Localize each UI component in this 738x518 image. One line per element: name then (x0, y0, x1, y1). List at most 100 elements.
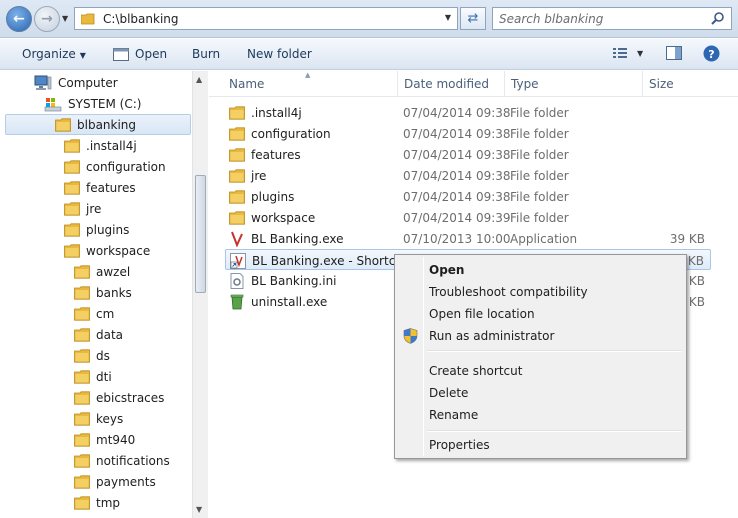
file-name-cell[interactable]: uninstall.exe (229, 291, 327, 312)
change-view-button[interactable] (612, 46, 628, 63)
nav-item[interactable]: dti (74, 366, 112, 387)
ini-file-icon (229, 272, 245, 289)
folder-icon (74, 306, 90, 321)
help-button[interactable]: ? (703, 45, 720, 65)
nav-item[interactable]: SYSTEM (C:) (44, 93, 141, 114)
nav-item[interactable]: data (74, 324, 123, 345)
menu-rename-label: Rename (429, 408, 479, 422)
column-date-label: Date modified (404, 77, 490, 91)
scroll-up-icon[interactable]: ▲ (196, 75, 202, 84)
new-folder-button[interactable]: New folder (247, 47, 312, 61)
nav-item[interactable]: jre (64, 198, 101, 219)
nav-item[interactable]: cm (74, 303, 114, 324)
column-date[interactable]: Date modified (397, 71, 504, 97)
nav-item-label: awzel (96, 264, 131, 279)
file-date: 07/04/2014 09:39 (403, 210, 511, 225)
menu-item-open[interactable]: Open (397, 259, 684, 281)
file-date: 07/04/2014 09:38 (403, 147, 511, 162)
file-date: 07/10/2013 10:00 (403, 231, 511, 246)
forward-button[interactable]: → (34, 6, 60, 32)
nav-item-label: cm (96, 306, 115, 321)
nav-item[interactable]: ebicstraces (74, 387, 164, 408)
file-row[interactable]: configuration 07/04/2014 09:38 File folder (225, 123, 711, 144)
nav-item[interactable]: .install4j (64, 135, 137, 156)
file-name-cell[interactable]: jre (229, 165, 266, 186)
folder-icon (74, 474, 90, 489)
file-name: features (251, 147, 301, 162)
nav-item[interactable]: awzel (74, 261, 130, 282)
file-row[interactable]: features 07/04/2014 09:38 File folder (225, 144, 711, 165)
column-size[interactable]: Size (642, 71, 738, 97)
menu-item-rename[interactable]: Rename (397, 404, 684, 426)
nav-item-label: payments (96, 474, 156, 489)
address-bar-area: ← → ▼ C:\blbanking ▼ ⇄ (0, 0, 738, 38)
file-date: 07/04/2014 09:38 (403, 126, 511, 141)
folder-icon (64, 159, 80, 174)
file-name-cell[interactable]: plugins (229, 186, 294, 207)
menu-item-open-location[interactable]: Open file location (397, 303, 684, 325)
menu-open-label: Open (429, 263, 465, 277)
nav-item[interactable]: banks (74, 282, 132, 303)
file-row[interactable]: jre 07/04/2014 09:38 File folder (225, 165, 711, 186)
file-name-cell[interactable]: .install4j (229, 102, 302, 123)
address-dropdown-icon[interactable]: ▼ (445, 13, 451, 22)
address-field[interactable]: C:\blbanking ▼ (74, 7, 458, 30)
nav-item[interactable]: plugins (64, 219, 129, 240)
file-name-cell[interactable]: configuration (229, 123, 331, 144)
nav-item[interactable]: tmp (74, 492, 120, 513)
search-box[interactable] (492, 7, 732, 30)
file-name: .install4j (251, 105, 302, 120)
folder-icon (74, 390, 90, 405)
file-row[interactable]: .install4j 07/04/2014 09:38 File folder (225, 102, 711, 123)
nav-item[interactable]: blbanking (5, 114, 191, 135)
column-type[interactable]: Type (504, 71, 642, 97)
file-row[interactable]: BL Banking.exe 07/10/2013 10:00 Applicatio… (225, 228, 711, 249)
file-name-cell[interactable]: workspace (229, 207, 315, 228)
nav-item[interactable]: notifications (74, 450, 170, 471)
menu-item-create-shortcut[interactable]: Create shortcut (397, 360, 684, 382)
menu-item-run-admin[interactable]: Run as administrator (397, 325, 684, 347)
address-path[interactable]: C:\blbanking (103, 12, 179, 26)
menu-item-troubleshoot[interactable]: Troubleshoot compatibility (397, 281, 684, 303)
recent-pages-dropdown[interactable]: ▼ (62, 14, 68, 23)
nav-item[interactable]: Computer (34, 72, 118, 93)
nav-item[interactable]: configuration (64, 156, 166, 177)
folder-icon (229, 105, 245, 120)
menu-item-delete[interactable]: Delete (397, 382, 684, 404)
search-icon (711, 12, 724, 25)
column-size-label: Size (649, 77, 674, 91)
file-name-cell[interactable]: features (229, 144, 301, 165)
nav-item[interactable]: payments (74, 471, 156, 492)
nav-item[interactable]: features (64, 177, 136, 198)
preview-pane-button[interactable] (666, 46, 682, 63)
computer-icon (34, 75, 52, 91)
file-name-cell[interactable]: BL Banking.exe - Shortcut (230, 250, 408, 271)
back-button[interactable]: ← (6, 6, 32, 32)
search-input[interactable] (499, 8, 709, 29)
scroll-thumb[interactable] (195, 175, 206, 293)
nav-item[interactable]: mt940 (74, 429, 135, 450)
menu-separator (427, 430, 681, 432)
open-button[interactable]: Open (113, 47, 167, 61)
menu-open-location-label: Open file location (429, 307, 535, 321)
refresh-button[interactable]: ⇄ (460, 7, 486, 30)
burn-button[interactable]: Burn (192, 47, 220, 61)
menu-delete-label: Delete (429, 386, 469, 400)
view-options-dropdown[interactable]: ▼ (637, 49, 643, 58)
file-row[interactable]: workspace 07/04/2014 09:39 File folder (225, 207, 711, 228)
menu-item-properties[interactable]: Properties (397, 434, 684, 456)
nav-item-label: notifications (96, 453, 170, 468)
organize-button[interactable]: Organize ▼ (22, 47, 86, 61)
preview-pane-icon (666, 46, 682, 60)
chevron-down-icon: ▼ (79, 51, 86, 60)
file-row[interactable]: plugins 07/04/2014 09:38 File folder (225, 186, 711, 207)
nav-scrollbar[interactable]: ▲ ▼ (192, 71, 208, 518)
file-name-cell[interactable]: BL Banking.exe (229, 228, 344, 249)
nav-item[interactable]: workspace (64, 240, 150, 261)
file-name: jre (251, 168, 267, 183)
scroll-down-icon[interactable]: ▼ (196, 505, 202, 514)
nav-item[interactable]: keys (74, 408, 123, 429)
folder-icon (74, 327, 90, 342)
file-name-cell[interactable]: BL Banking.ini (229, 270, 337, 291)
nav-item[interactable]: ds (74, 345, 110, 366)
